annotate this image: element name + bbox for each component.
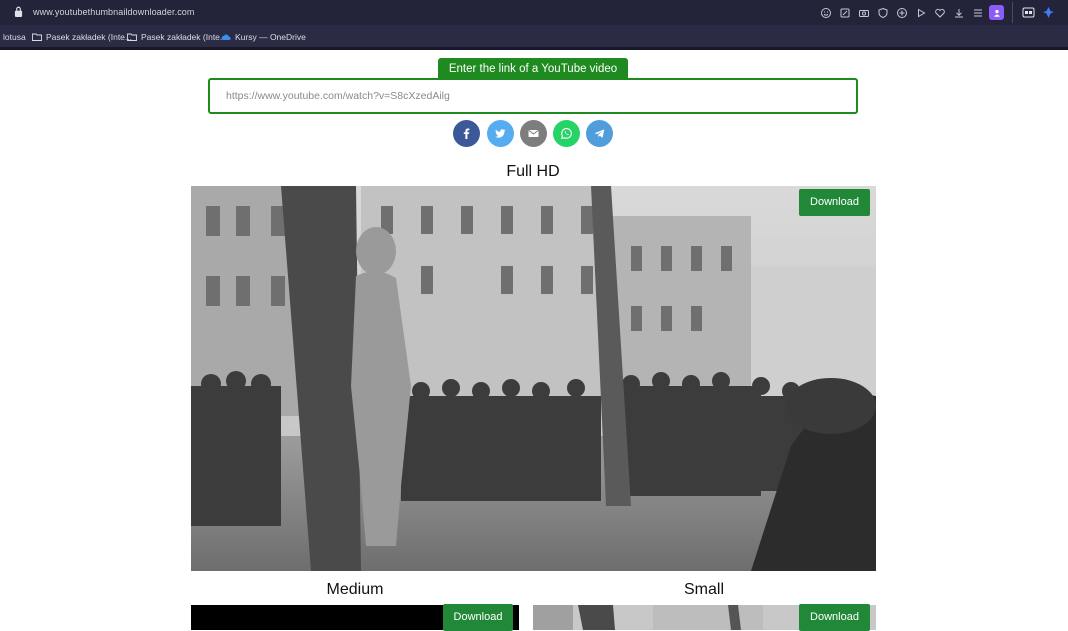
youtube-url-input[interactable] — [208, 78, 858, 114]
twitter-share-button[interactable] — [487, 120, 514, 147]
small-title: Small — [683, 581, 724, 598]
profile-icon[interactable] — [989, 5, 1004, 20]
play-icon[interactable] — [913, 5, 928, 20]
small-download-button[interactable]: Download — [799, 604, 870, 631]
full-hd-thumbnail — [191, 186, 876, 571]
facebook-share-button[interactable] — [453, 120, 480, 147]
menu-icon[interactable] — [970, 5, 985, 20]
folder-icon — [32, 33, 42, 41]
telegram-icon — [594, 129, 605, 138]
shield-icon[interactable] — [875, 5, 890, 20]
bookmark-item[interactable]: lotusa — [3, 32, 26, 42]
note-icon[interactable] — [837, 5, 852, 20]
translate-icon[interactable] — [894, 5, 909, 20]
cloud-icon — [221, 34, 231, 40]
camera-icon[interactable] — [856, 5, 871, 20]
pin-icon[interactable] — [1042, 6, 1055, 19]
bookmark-onedrive[interactable]: Kursy — OneDrive — [221, 32, 306, 42]
whatsapp-icon — [561, 128, 572, 140]
browser-top-bar: www.youtubethumbnaildownloader.com — [0, 0, 1068, 25]
twitter-icon — [495, 129, 506, 138]
facebook-icon — [463, 128, 470, 139]
download-icon[interactable] — [951, 5, 966, 20]
input-label: Enter the link of a YouTube video below — [438, 58, 628, 98]
extension-icon[interactable] — [1022, 6, 1035, 19]
envelope-icon — [528, 130, 539, 137]
telegram-share-button[interactable] — [586, 120, 613, 147]
folder-icon — [127, 33, 137, 41]
full-hd-download-button[interactable]: Download — [799, 189, 870, 216]
email-share-button[interactable] — [520, 120, 547, 147]
bookmark-folder[interactable]: Pasek zakładek (Inte... — [32, 32, 132, 42]
thumbnail-image — [191, 186, 876, 571]
lock-icon — [14, 6, 23, 17]
full-hd-title: Full HD — [506, 163, 560, 180]
emoji-icon[interactable] — [818, 5, 833, 20]
medium-title: Medium — [326, 581, 384, 598]
heart-icon[interactable] — [932, 5, 947, 20]
medium-download-button[interactable]: Download — [443, 604, 513, 631]
bookmarks-bar: lotusa Pasek zakładek (Inte... Pasek zak… — [0, 25, 1068, 47]
chrome-divider — [0, 47, 1068, 50]
address-bar-url[interactable]: www.youtubethumbnaildownloader.com — [33, 7, 195, 17]
toolbar-divider — [1012, 2, 1013, 23]
whatsapp-share-button[interactable] — [553, 120, 580, 147]
bookmark-folder[interactable]: Pasek zakładek (Inte... — [127, 32, 227, 42]
